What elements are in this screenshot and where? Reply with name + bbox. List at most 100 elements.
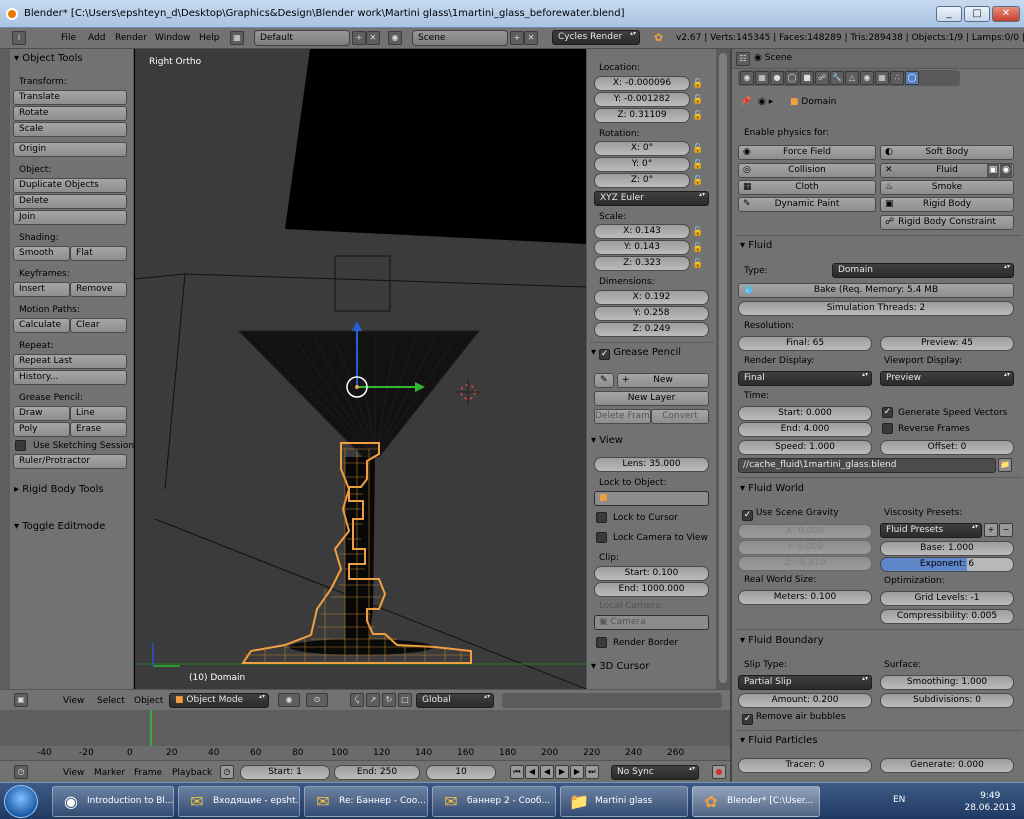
current-frame-field[interactable]: 10 [426,765,496,780]
rotation-y-field[interactable]: Y: 0° [594,157,690,172]
smoothing-field[interactable]: Smoothing: 1.000 [880,675,1014,690]
close-button[interactable]: ✕ [992,6,1020,22]
start-frame-field[interactable]: Start: 1 [240,765,330,780]
rotate-button[interactable]: Rotate [13,106,127,121]
render-engine-dropdown[interactable]: Cycles Render [552,30,640,45]
gp-pencil-icon[interactable]: ✎ [594,373,614,388]
menu-add[interactable]: Add [88,33,105,43]
toggle-editmode-header[interactable]: ▾ Toggle Editmode [14,521,105,532]
dimension-z-field[interactable]: Z: 0.249 [594,322,709,337]
maximize-button[interactable]: □ [964,6,990,22]
insert-keyframe-button[interactable]: Insert [13,282,70,297]
location-x-field[interactable]: X: -0.000096 [594,76,690,91]
layout-add-icon[interactable]: + [352,31,366,45]
end-frame-field[interactable]: End: 250 [334,765,420,780]
layout-remove-icon[interactable]: ✕ [366,31,380,45]
folder-icon[interactable]: 📁 [998,458,1012,472]
timeline-track[interactable] [130,710,730,746]
layout-field[interactable]: Default [254,30,350,46]
timeline-menu-marker[interactable]: Marker [94,768,125,778]
physics-tab-icon[interactable]: ◯ [905,71,919,85]
collision-button[interactable]: ◎ Collision [738,163,876,178]
fluid-panel-header[interactable]: ▾ Fluid [740,240,772,251]
scale-x-field[interactable]: X: 0.143 [594,224,690,239]
rigid-body-tools-header[interactable]: ▸ Rigid Body Tools [14,484,104,495]
record-icon[interactable]: ● [712,765,726,779]
render-display-dropdown[interactable]: Final [738,371,872,386]
lock-scale-y-icon[interactable]: 🔓 [691,241,705,255]
location-y-field[interactable]: Y: -0.001282 [594,92,690,107]
time-start-field[interactable]: Start: 0.000 [738,406,872,421]
rigid-body-button[interactable]: ▣ Rigid Body [880,197,1014,212]
speed-field[interactable]: Speed: 1.000 [738,440,872,455]
compressibility-field[interactable]: Compressibility: 0.005 [880,609,1014,624]
grease-pencil-checkbox[interactable]: ✓ [599,349,611,360]
lock-loc-z-icon[interactable]: 🔓 [691,109,705,123]
lock-cursor-checkbox[interactable] [596,512,607,523]
start-button[interactable] [4,785,38,818]
rotation-z-field[interactable]: Z: 0° [594,173,690,188]
menu-view[interactable]: View [63,696,84,706]
translate-button[interactable]: Translate [13,90,127,105]
gravity-x-field[interactable]: X: 0.000 [738,524,872,539]
scene-remove-icon[interactable]: ✕ [524,31,538,45]
taskbar-item-blender[interactable]: ✿ Blender* [C:\User... [692,786,820,817]
force-field-button[interactable]: ◉ Force Field [738,145,876,160]
time-end-field[interactable]: End: 4.000 [738,422,872,437]
smooth-button[interactable]: Smooth [13,246,70,261]
lock-rot-z-icon[interactable]: 🔓 [691,174,705,188]
system-clock[interactable]: 9:49 28.06.2013 [964,790,1016,814]
play-reverse-icon[interactable]: ◀ [540,765,554,779]
timeline-editor-type-icon[interactable]: ◷ [14,765,28,779]
translate-manip-icon[interactable]: ↗ [366,693,380,707]
view-panel-header[interactable]: ▾ View [591,435,623,446]
fluid-render-icon[interactable]: ▣ [987,164,999,177]
texture-tab-icon[interactable]: ▦ [875,71,889,85]
gp-new-button[interactable]: + New [617,373,709,388]
slip-amount-field[interactable]: Amount: 0.200 [738,693,872,708]
simulation-threads-field[interactable]: Simulation Threads: 2 [738,301,1014,316]
sketch-sessions-checkbox[interactable] [15,440,26,451]
menu-render[interactable]: Render [115,33,147,43]
dimension-y-field[interactable]: Y: 0.258 [594,306,709,321]
menu-help[interactable]: Help [199,33,220,43]
preset-remove-icon[interactable]: − [999,523,1013,537]
reverse-frames-checkbox[interactable] [882,423,893,434]
fluid-boundary-panel-header[interactable]: ▾ Fluid Boundary [740,635,824,646]
render-tab-icon[interactable]: ◉ [740,71,754,85]
menu-select[interactable]: Select [97,696,125,706]
object-tools-header[interactable]: ▾ Object Tools [14,53,83,64]
pin-icon[interactable]: 📌 [740,97,751,107]
3d-cursor-panel-header[interactable]: ▾ 3D Cursor [591,661,649,672]
viewport-shading-icon[interactable]: ◉ [278,693,300,707]
scene-tab-icon[interactable]: ● [770,71,784,85]
layout-icon[interactable]: ▦ [230,31,244,45]
menu-file[interactable]: File [61,33,76,43]
object-tab-icon[interactable]: ■ [800,71,814,85]
layers-widget[interactable] [502,693,722,708]
lock-rot-x-icon[interactable]: 🔓 [691,142,705,156]
history-button[interactable]: History... [13,370,127,385]
render-border-checkbox[interactable] [596,637,607,648]
play-icon[interactable]: ▶ [555,765,569,779]
scene-add-icon[interactable]: + [510,31,524,45]
local-camera-field[interactable]: ▣ Camera [594,615,709,630]
meters-field[interactable]: Meters: 0.100 [738,590,872,605]
bake-button[interactable]: 💧 Bake (Req. Memory: 5.4 MB [738,283,1014,298]
remove-keyframe-button[interactable]: Remove [70,282,127,297]
menu-object[interactable]: Object [134,696,163,706]
smoke-button[interactable]: ♨ Smoke [880,180,1014,195]
menu-window[interactable]: Window [155,33,191,43]
lens-field[interactable]: Lens: 35.000 [594,457,709,472]
scale-z-field[interactable]: Z: 0.323 [594,256,690,271]
remove-bubbles-checkbox[interactable]: ✓ [742,714,753,725]
delete-button[interactable]: Delete [13,194,127,209]
pivot-point-icon[interactable]: ⊙ [306,693,328,707]
use-gravity-checkbox[interactable]: ✓ [742,510,753,521]
jump-start-icon[interactable]: ⏮ [510,765,524,779]
data-tab-icon[interactable]: △ [845,71,859,85]
location-z-field[interactable]: Z: 0.31109 [594,108,690,123]
timeline-editor[interactable]: -40 -20 0 20 40 60 80 100 120 140 160 18… [0,710,730,760]
offset-field[interactable]: Offset: 0 [880,440,1014,455]
rotate-manip-icon[interactable]: ↻ [382,693,396,707]
